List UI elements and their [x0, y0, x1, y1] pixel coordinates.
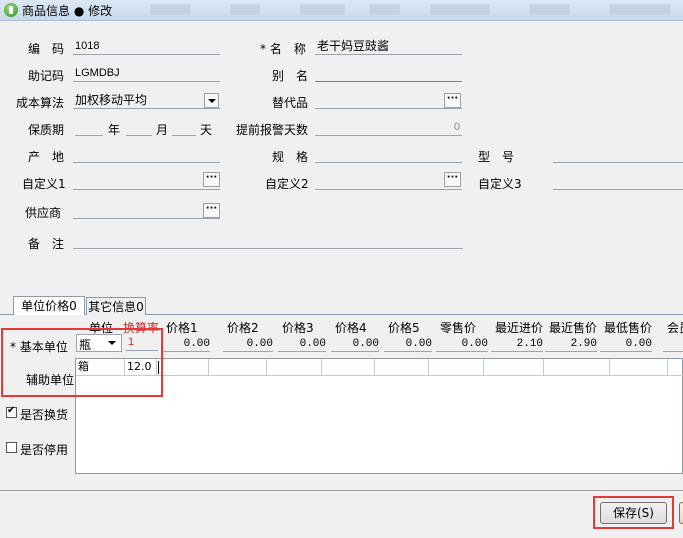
month-unit-label: 月	[156, 123, 169, 137]
tab-other-info[interactable]: 其它信息0	[86, 297, 146, 315]
price-header-5: 价格5	[388, 321, 420, 335]
day-unit-label: 天	[200, 123, 213, 137]
custom1-field[interactable]	[73, 173, 220, 190]
alias-label: 别 名	[272, 69, 309, 83]
price-value-7[interactable]: 2.10	[491, 337, 543, 352]
model-label: 型 号	[478, 150, 515, 164]
blurred-title-decoration	[150, 4, 190, 15]
window-title: 商品信息 ● 修改	[22, 4, 113, 18]
grid-cell[interactable]	[209, 359, 267, 376]
title-bar: 商品信息 ● 修改	[0, 0, 683, 21]
custom1-browse-button[interactable]: ···	[203, 172, 220, 187]
origin-field[interactable]	[73, 146, 220, 163]
grid-cell[interactable]	[322, 359, 375, 376]
substitute-field[interactable]	[315, 92, 462, 109]
bottom-bar	[0, 490, 683, 538]
spec-field[interactable]	[315, 146, 462, 163]
supplier-field[interactable]	[73, 202, 220, 219]
unit-highlight-box	[1, 328, 163, 397]
grid-cell[interactable]	[544, 359, 610, 376]
price-header-2: 价格2	[227, 321, 259, 335]
blurred-title-decoration	[230, 4, 260, 15]
substitute-browse-button[interactable]: ···	[444, 93, 461, 108]
substitute-label: 替代品	[272, 96, 309, 110]
price-value-3[interactable]: 0.00	[278, 337, 326, 352]
custom1-label: 自定义1	[22, 177, 66, 191]
grid-cell[interactable]	[157, 359, 209, 376]
grid-cell[interactable]	[267, 359, 322, 376]
blurred-title-decoration	[610, 4, 670, 15]
price-value-6[interactable]: 0.00	[436, 337, 488, 352]
code-label: 编 码	[28, 42, 65, 56]
shelf-life-years-field[interactable]	[75, 119, 103, 136]
blurred-title-decoration	[530, 4, 570, 15]
remark-label: 备 注	[28, 237, 65, 251]
custom2-browse-button[interactable]: ···	[444, 172, 461, 187]
name-field[interactable]: 老干妈豆豉酱	[315, 38, 462, 55]
app-icon	[4, 3, 18, 17]
price-value-10[interactable]	[663, 337, 683, 352]
name-label: * 名 称	[260, 42, 306, 56]
price-value-2[interactable]: 0.00	[223, 337, 273, 352]
price-header-4: 价格4	[335, 321, 367, 335]
mnemonic-label: 助记码	[28, 69, 65, 83]
price-header-3: 价格3	[282, 321, 314, 335]
custom2-field[interactable]	[315, 173, 462, 190]
exchange-checkbox[interactable]	[6, 405, 17, 418]
custom3-label: 自定义3	[478, 177, 522, 191]
shelf-life-days-field[interactable]	[172, 119, 196, 136]
disabled-checkbox[interactable]	[6, 442, 17, 453]
shelf-life-months-field[interactable]	[126, 119, 152, 136]
exchange-label: 是否换货	[20, 408, 69, 422]
price-value-5[interactable]: 0.00	[384, 337, 432, 352]
price-header-6: 零售价	[440, 321, 477, 335]
remark-field[interactable]	[73, 232, 463, 249]
grid-cell[interactable]	[610, 359, 668, 376]
grid-cell[interactable]	[375, 359, 429, 376]
alert-days-field[interactable]: 0	[315, 119, 462, 136]
blurred-title-decoration	[370, 4, 400, 15]
year-unit-label: 年	[108, 123, 121, 137]
disabled-label: 是否停用	[20, 443, 69, 457]
cost-method-label: 成本算法	[16, 96, 65, 110]
spec-label: 规 格	[272, 150, 309, 164]
origin-label: 产 地	[28, 150, 65, 164]
grid-cell[interactable]	[429, 359, 484, 376]
cost-method-dropdown-button[interactable]	[204, 93, 219, 108]
shelf-life-label: 保质期	[28, 123, 65, 137]
price-value-9[interactable]: 0.00	[600, 337, 652, 352]
tab-unit-price[interactable]: 单位价格0	[13, 296, 85, 315]
mnemonic-field[interactable]: LGMDBJ	[73, 65, 220, 82]
price-header-7: 最近进价	[495, 321, 544, 335]
price-header-1: 价格1	[166, 321, 198, 335]
supplier-label: 供应商	[25, 206, 62, 220]
grid-cell[interactable]	[484, 359, 544, 376]
cost-method-select[interactable]: 加权移动平均	[73, 92, 220, 109]
alert-days-label: 提前报警天数	[236, 123, 309, 137]
blurred-title-decoration	[300, 4, 345, 15]
alias-field[interactable]	[315, 65, 462, 82]
next-button-partial[interactable]	[679, 502, 683, 524]
aux-unit-grid[interactable]: 箱 12.0	[75, 358, 683, 474]
code-field[interactable]: 1018	[73, 38, 220, 55]
grid-cell[interactable]	[668, 359, 683, 376]
custom3-field[interactable]	[553, 173, 683, 190]
supplier-browse-button[interactable]: ···	[203, 203, 220, 218]
price-value-4[interactable]: 0.00	[331, 337, 379, 352]
price-value-1[interactable]: 0.00	[162, 337, 210, 352]
price-header-8: 最近售价	[549, 321, 598, 335]
model-field[interactable]	[553, 146, 683, 163]
price-header-9: 最低售价	[604, 321, 653, 335]
blurred-title-decoration	[430, 4, 490, 15]
price-value-8[interactable]: 2.90	[545, 337, 597, 352]
custom2-label: 自定义2	[265, 177, 309, 191]
price-header-10: 会员	[667, 321, 683, 335]
save-button[interactable]: 保存(S)	[600, 502, 667, 524]
